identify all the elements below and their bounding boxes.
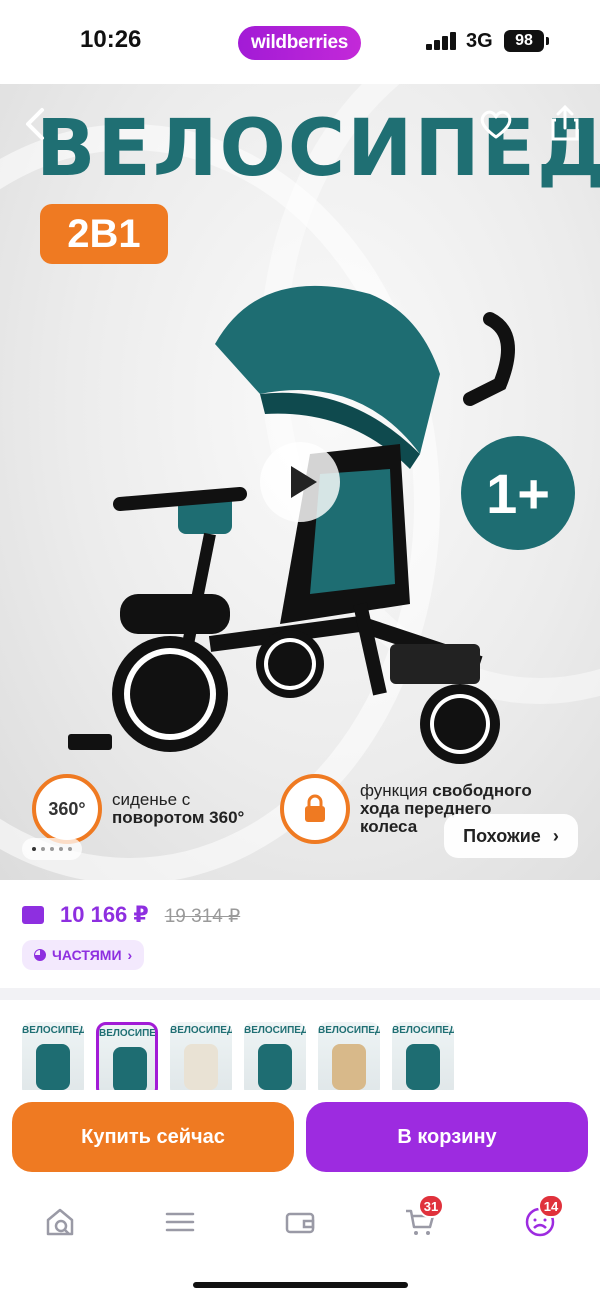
profile-badge: 14 (538, 1194, 564, 1218)
price-old: 19 314 ₽ (164, 906, 241, 927)
thumb-image (113, 1047, 147, 1093)
tab-home[interactable] (40, 1202, 80, 1242)
page-dot (41, 847, 45, 851)
thumbnail[interactable]: ВЕЛОСИПЕД (392, 1022, 454, 1098)
installments-label: ЧАСТЯМИ (52, 947, 122, 963)
pie-icon (34, 949, 46, 961)
thumbnail[interactable]: ВЕЛОСИПЕД (318, 1022, 380, 1098)
feature-text: сиденье с поворотом 360° (112, 790, 245, 827)
heart-icon[interactable] (478, 106, 514, 142)
bottom-tab-bar: 31 14 (0, 1186, 600, 1300)
page-dot (50, 847, 54, 851)
similar-button[interactable]: Похожие › (444, 814, 578, 858)
page-dot (68, 847, 72, 851)
home-search-icon (46, 1208, 74, 1236)
price-row: 10 166 ₽ 19 314 ₽ (22, 902, 240, 928)
similar-label: Похожие (463, 825, 541, 846)
feature-rotation: 360° сиденье с поворотом 360° (32, 774, 244, 844)
home-indicator (193, 1282, 408, 1288)
installments-button[interactable]: ЧАСТЯМИ › (22, 940, 145, 970)
section-divider (0, 988, 600, 1000)
status-time: 10:26 (80, 26, 142, 53)
brand-logo: wildberries (238, 26, 361, 60)
price-card: 10 166 ₽ 19 314 ₽ ЧАСТЯМИ › (0, 880, 600, 988)
wallet-icon (285, 1212, 315, 1234)
status-bar: 10:26 wildberries 3G 98 (0, 0, 600, 84)
thumbnail[interactable]: ВЕЛОСИПЕД (170, 1022, 232, 1098)
thumbnail-active[interactable]: ВЕЛОСИПЕД (96, 1022, 158, 1098)
buy-now-button[interactable]: Купить сейчас (12, 1102, 294, 1172)
page-indicator (22, 838, 82, 860)
share-icon[interactable] (550, 104, 580, 142)
battery-tip (546, 37, 549, 45)
thumb-image (406, 1044, 440, 1090)
thumbnail[interactable]: ВЕЛОСИПЕД (22, 1022, 84, 1098)
thumb-image (184, 1044, 218, 1090)
signal-icon (426, 32, 458, 50)
price-current: 10 166 ₽ (60, 902, 149, 927)
cart-badge: 31 (418, 1194, 444, 1218)
back-arrow-icon[interactable] (22, 106, 50, 142)
action-bar: Купить сейчас В корзину (0, 1090, 600, 1186)
network-label: 3G (466, 30, 493, 52)
lock-icon (280, 774, 350, 844)
page-dot (59, 847, 63, 851)
thumb-image (258, 1044, 292, 1090)
menu-icon (165, 1212, 195, 1232)
wallet-icon (22, 906, 44, 924)
tab-profile[interactable]: 14 (520, 1194, 564, 1242)
product-gallery[interactable]: ВЕЛОСИПЕД 2В1 1+ 360° сиденье с поворото… (0, 84, 600, 880)
product-headline: ВЕЛОСИПЕД (36, 104, 600, 194)
battery-icon: 98 (504, 30, 544, 52)
add-to-cart-button[interactable]: В корзину (306, 1102, 588, 1172)
thumb-image (36, 1044, 70, 1090)
thumb-image (332, 1044, 366, 1090)
tab-cart[interactable]: 31 (400, 1194, 444, 1242)
thumbnail[interactable]: ВЕЛОСИПЕД (244, 1022, 306, 1098)
play-video-button[interactable] (260, 442, 340, 522)
tab-wallet[interactable] (280, 1202, 320, 1242)
thumbnail-strip: ВЕЛОСИПЕД ВЕЛОСИПЕД ВЕЛОСИПЕД ВЕЛОСИПЕД … (0, 1000, 600, 1100)
chevron-right-icon: › (552, 825, 559, 846)
chevron-right-icon: › (127, 947, 133, 963)
rotation-360-icon: 360° (32, 774, 102, 844)
page-dot (32, 847, 36, 851)
tab-catalog[interactable] (160, 1202, 200, 1242)
age-badge: 1+ (461, 436, 575, 550)
